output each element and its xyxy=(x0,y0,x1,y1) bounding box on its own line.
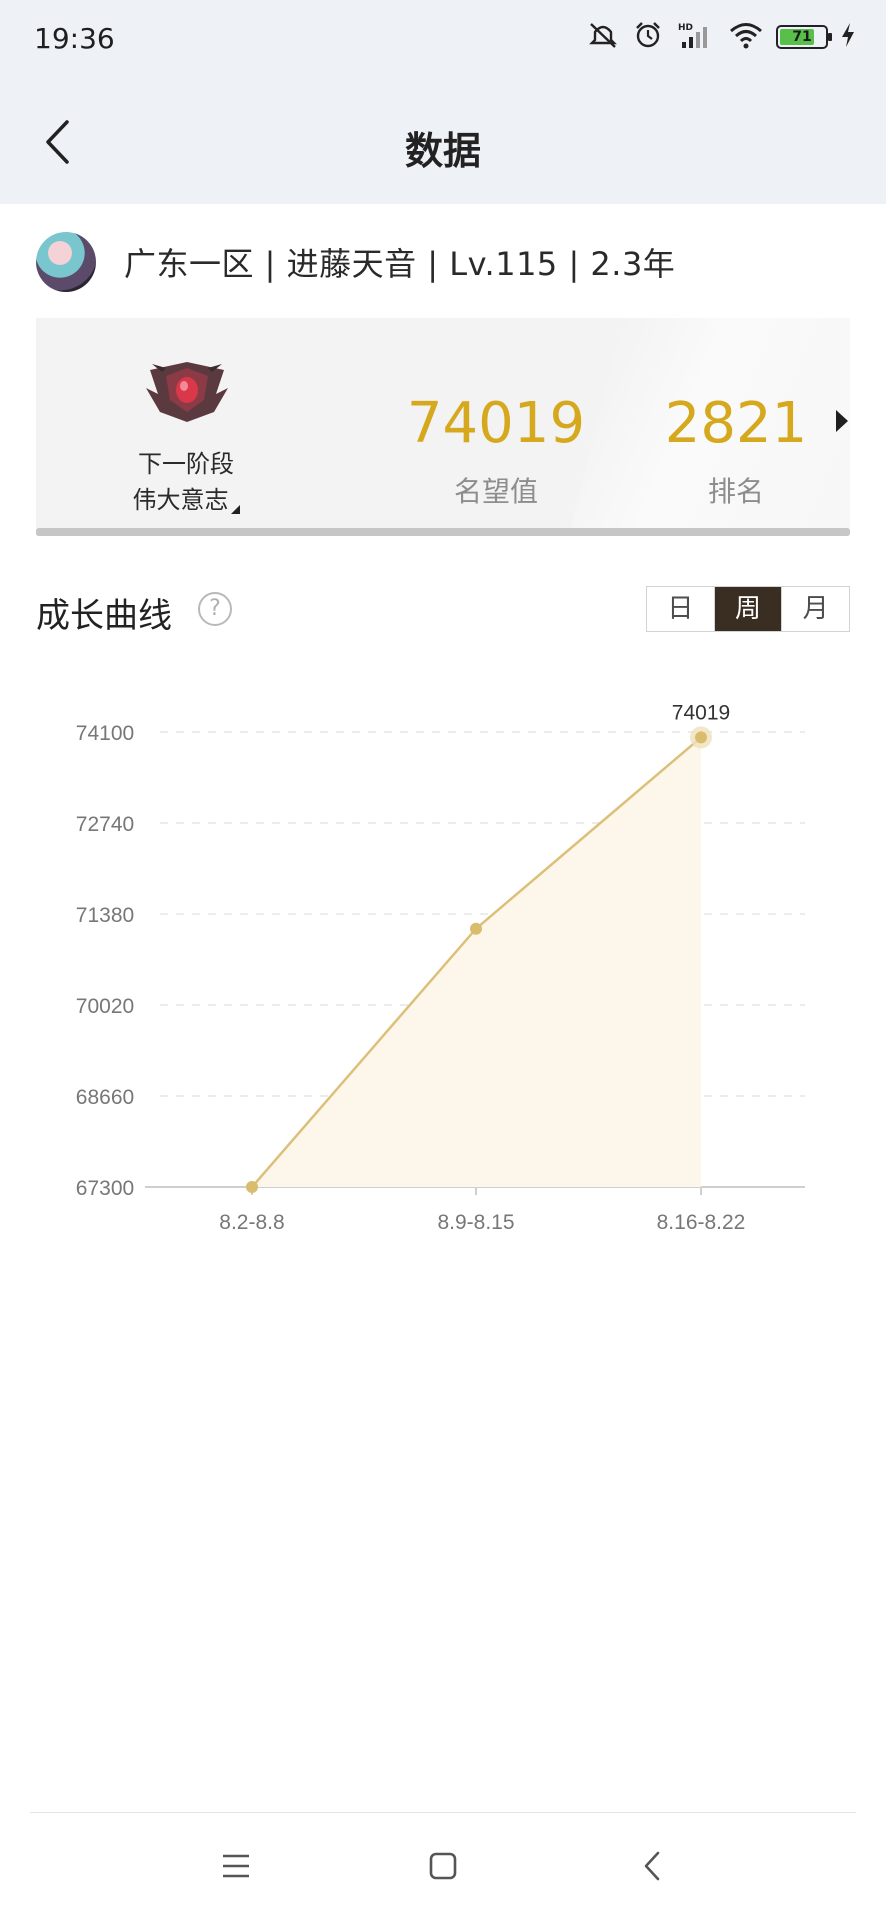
y-tick-label: 72740 xyxy=(76,813,134,836)
menu-icon[interactable] xyxy=(214,1844,258,1888)
next-stage-label: 下一阶段 xyxy=(138,450,234,478)
rank-value: 2821 xyxy=(664,391,808,456)
y-tick-label: 71380 xyxy=(76,904,134,927)
wifi-icon xyxy=(728,20,764,54)
home-icon[interactable] xyxy=(421,1844,465,1888)
y-tick-label: 67300 xyxy=(76,1177,134,1200)
rank-emblem-icon xyxy=(142,356,232,426)
data-label: 74019 xyxy=(672,701,730,724)
area-fill xyxy=(252,737,701,1187)
x-tick-label: 8.2-8.8 xyxy=(219,1211,284,1234)
status-bar: 19:36 HD 71 xyxy=(0,0,886,78)
next-stage: 下一阶段 伟大意志 xyxy=(96,446,276,518)
period-week-tab[interactable]: 周 xyxy=(713,587,782,631)
fame-label: 名望值 xyxy=(453,475,538,508)
y-tick-label: 68660 xyxy=(76,1086,134,1109)
rank-card[interactable]: 下一阶段 伟大意志 74019 名望值 2821 排名 xyxy=(36,318,850,536)
hd-signal-icon: HD xyxy=(676,20,716,54)
status-time: 19:36 xyxy=(34,22,115,55)
period-month-tab[interactable]: 月 xyxy=(781,587,849,631)
data-point xyxy=(695,731,707,744)
svg-text:HD: HD xyxy=(678,23,693,33)
arrow-right-icon[interactable] xyxy=(836,410,848,432)
growth-chart: 74100 72740 71380 70020 68660 67300 8.2-8.8 8.9… xyxy=(76,701,805,1234)
nav-bar: 数据 xyxy=(0,78,886,204)
profile-line: 广东一区 | 进藤天音 | Lv.115 | 2.3年 xyxy=(36,232,675,292)
back-icon[interactable] xyxy=(630,1844,674,1888)
profile-summary: 广东一区 | 进藤天音 | Lv.115 | 2.3年 xyxy=(124,245,676,283)
avatar[interactable] xyxy=(36,232,96,292)
growth-curve-title: 成长曲线 xyxy=(36,596,172,636)
y-tick-label: 74100 xyxy=(76,722,134,745)
battery-level: 71 xyxy=(792,29,812,45)
status-icons: HD 71 xyxy=(586,20,856,54)
page-title: 数据 xyxy=(404,129,481,173)
mute-icon xyxy=(586,20,620,54)
bottom-divider xyxy=(30,1812,856,1813)
period-selector: 日 周 月 xyxy=(646,586,850,632)
period-day-tab[interactable]: 日 xyxy=(647,587,714,631)
help-icon[interactable]: ? xyxy=(198,592,232,626)
system-nav xyxy=(0,1836,886,1896)
charging-icon xyxy=(840,22,856,52)
x-tick-label: 8.16-8.22 xyxy=(657,1211,746,1234)
card-underline xyxy=(36,528,850,536)
next-stage-name: 伟大意志 xyxy=(132,486,229,514)
alarm-icon xyxy=(632,20,664,54)
battery-icon: 71 xyxy=(776,25,832,49)
x-tick-label: 8.9-8.15 xyxy=(437,1211,514,1234)
fame-stat: 74019 名望值 xyxy=(396,392,596,510)
fame-value: 74019 xyxy=(406,391,586,456)
data-point xyxy=(470,922,482,935)
rank-stat: 2821 排名 xyxy=(646,392,826,510)
y-tick-label: 70020 xyxy=(76,995,134,1018)
corner-triangle-icon xyxy=(230,505,240,514)
rank-label: 排名 xyxy=(707,475,764,508)
data-point xyxy=(246,1181,258,1193)
